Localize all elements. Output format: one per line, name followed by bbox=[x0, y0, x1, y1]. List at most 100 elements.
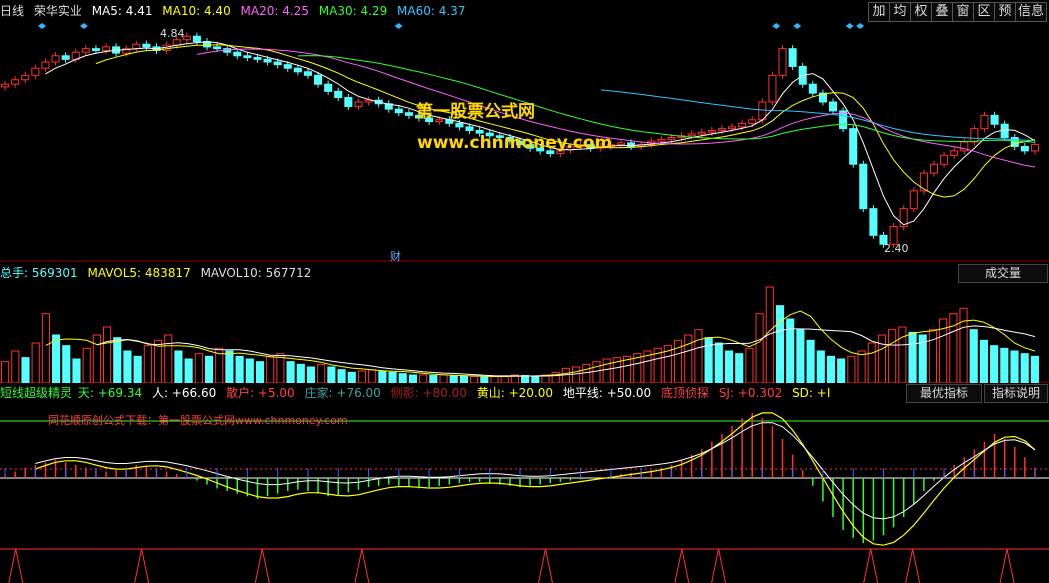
toolbar-jia-button[interactable]: 加 bbox=[868, 2, 890, 22]
volume-bar bbox=[245, 358, 254, 383]
candle bbox=[687, 133, 696, 137]
volume-bar bbox=[888, 329, 897, 383]
mavol10-value: MAVOL10: 567712 bbox=[200, 266, 312, 280]
volume-selector[interactable]: 成交量 bbox=[958, 264, 1048, 283]
volume-bar bbox=[714, 342, 723, 383]
volume-bar bbox=[959, 307, 968, 383]
best-indicator-button[interactable]: 最优指标 bbox=[906, 384, 982, 403]
candle bbox=[314, 74, 323, 85]
volume-bar bbox=[266, 355, 275, 383]
candle bbox=[616, 142, 626, 146]
total-volume: 总手: 569301 bbox=[0, 266, 78, 280]
volume-bar bbox=[1010, 350, 1019, 383]
indicator-header: 短线超级精灵 天: +69.34 人: +66.60 散户: +5.00 庄家:… bbox=[0, 384, 900, 402]
volume-bar bbox=[347, 371, 356, 383]
ma10-line bbox=[95, 44, 1036, 198]
volume-bar bbox=[337, 369, 346, 383]
volume-bar bbox=[102, 326, 112, 383]
toolbar-jun-button[interactable]: 均 bbox=[889, 2, 911, 22]
signal-diamond bbox=[845, 23, 854, 29]
candle bbox=[21, 74, 30, 81]
candle bbox=[697, 131, 706, 135]
bottom-signal-triangle bbox=[711, 548, 727, 583]
candle bbox=[929, 163, 939, 174]
volume-bar bbox=[704, 337, 713, 383]
dipingxian-value: 地平线: +50.00 bbox=[562, 386, 652, 400]
volume-bar bbox=[296, 363, 305, 383]
volume-bar bbox=[225, 350, 234, 383]
cejing-value: 侧影: +80.00 bbox=[390, 386, 467, 400]
volume-bar bbox=[11, 350, 20, 383]
candle bbox=[51, 55, 60, 63]
volume-chart[interactable] bbox=[0, 283, 1049, 383]
volume-bar bbox=[31, 342, 40, 383]
candle bbox=[192, 35, 201, 43]
candle bbox=[61, 55, 70, 60]
volume-bar bbox=[72, 358, 81, 383]
volume-bar bbox=[1, 361, 10, 383]
volume-bar bbox=[408, 374, 418, 383]
volume-bar bbox=[806, 339, 815, 383]
candle bbox=[738, 122, 747, 128]
zhuangjia-value: 庄家: +76.00 bbox=[304, 386, 381, 400]
volume-bar bbox=[592, 361, 601, 383]
volume-bar bbox=[235, 355, 244, 383]
volume-bar bbox=[164, 334, 173, 383]
volume-bar bbox=[735, 353, 744, 383]
indicator-chart[interactable] bbox=[0, 403, 1049, 583]
candle bbox=[970, 128, 979, 143]
volume-bar bbox=[92, 334, 101, 383]
candle bbox=[849, 128, 858, 165]
candle bbox=[980, 114, 989, 130]
candle bbox=[788, 48, 797, 67]
toolbar-info-button[interactable]: 信息 bbox=[1015, 2, 1047, 22]
bottom-signal-triangle bbox=[537, 548, 553, 583]
toolbar-qu-button[interactable]: 区 bbox=[973, 2, 995, 22]
volume-bar bbox=[500, 375, 509, 383]
volume-bar bbox=[816, 350, 825, 383]
indicator-help-button[interactable]: 指标说明 bbox=[984, 384, 1048, 403]
candle bbox=[465, 126, 474, 131]
bottom-signal-triangle bbox=[8, 548, 24, 583]
candle bbox=[768, 74, 777, 103]
ma20-value: MA20: 4.25 bbox=[240, 4, 309, 18]
toolbar-chuang-button[interactable]: 窗 bbox=[952, 2, 974, 22]
toolbar-die-button[interactable]: 叠 bbox=[931, 2, 953, 22]
candle bbox=[990, 114, 999, 125]
candle bbox=[293, 67, 302, 73]
volume-bar bbox=[949, 313, 958, 383]
volume-bar bbox=[572, 366, 581, 383]
signal-diamond bbox=[394, 23, 403, 29]
candle bbox=[41, 61, 50, 69]
volume-bar bbox=[531, 375, 540, 383]
bottom-signal-triangle bbox=[999, 548, 1015, 583]
volume-bar bbox=[969, 329, 978, 383]
volume-bar bbox=[439, 374, 448, 383]
candle bbox=[303, 71, 312, 76]
volume-bar bbox=[194, 353, 203, 383]
candle bbox=[132, 43, 141, 50]
mavol5-value: MAVOL5: 483817 bbox=[87, 266, 191, 280]
bottom-signal-triangle bbox=[354, 548, 370, 583]
ma60-line bbox=[600, 89, 1036, 141]
volume-bar bbox=[21, 357, 30, 383]
candle bbox=[919, 172, 928, 192]
candle bbox=[354, 101, 363, 107]
candle bbox=[1000, 123, 1009, 139]
signal-diamond bbox=[793, 23, 802, 29]
sanhu-value: 散户: +5.00 bbox=[226, 386, 295, 400]
toolbar-quan-button[interactable]: 权 bbox=[910, 2, 932, 22]
volume-bar bbox=[755, 313, 764, 383]
volume-bar bbox=[378, 370, 387, 383]
ma30-value: MA30: 4.29 bbox=[318, 4, 388, 18]
finance-marker[interactable]: 财 bbox=[390, 248, 401, 264]
toolbar-yu-button[interactable]: 预 bbox=[994, 2, 1016, 22]
volume-bar bbox=[133, 355, 142, 383]
candle bbox=[142, 43, 151, 48]
candle bbox=[778, 48, 787, 76]
volume-bar bbox=[724, 350, 734, 383]
volume-bar bbox=[327, 366, 336, 383]
candle bbox=[344, 97, 353, 107]
period-label[interactable]: 日线 bbox=[0, 4, 24, 18]
candle bbox=[717, 128, 726, 131]
